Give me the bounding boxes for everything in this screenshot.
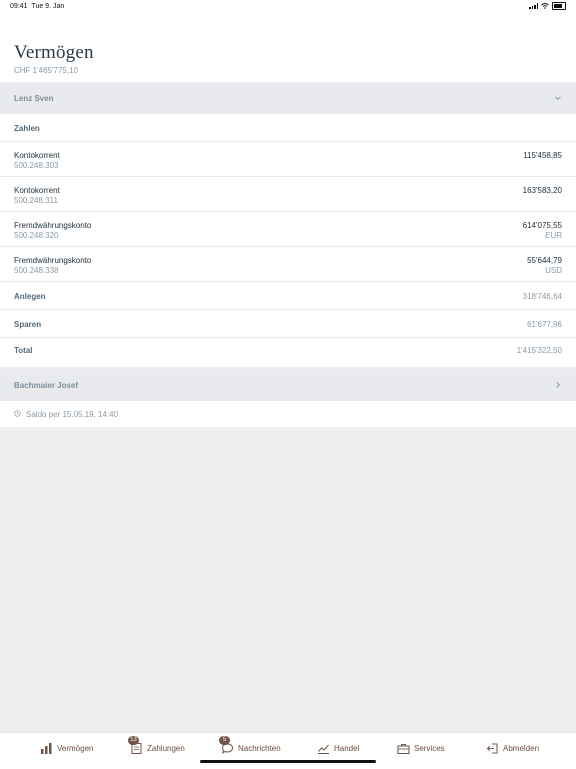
subsection-header: Zahlen [0, 114, 576, 142]
status-time: 09:41 Tue 9. Jan [10, 3, 64, 10]
person-name: Lenz Sven [14, 94, 54, 103]
group-amount: 318'746,64 [522, 292, 562, 301]
tab-label: Nachrichten [238, 743, 281, 753]
account-name: Fremdwährungskonto [14, 221, 92, 230]
wifi-icon [541, 3, 549, 9]
person-name: Bachmaier Josef [14, 381, 79, 390]
tab-zahlungen[interactable]: 13 Zahlungen [128, 735, 185, 755]
total-row: Total 1'415'322,50 [0, 338, 576, 367]
total-assets-value: CHF 1'465'775,10 [14, 66, 78, 75]
home-indicator[interactable] [200, 760, 376, 763]
group-label: Sparen [14, 320, 42, 329]
tab-label: Zahlungen [147, 743, 185, 753]
balance-timestamp-text: Saldo per 15.05.19, 14:40 [26, 410, 119, 419]
account-row[interactable]: Fremdwährungskonto 500.248.338 55'644,79… [0, 247, 576, 282]
tab-vermoegen[interactable]: Vermögen [40, 741, 93, 755]
group-row-sparen[interactable]: Sparen 61'677,96 [0, 310, 576, 338]
total-amount: 1'415'322,50 [516, 346, 562, 355]
battery-icon [552, 2, 566, 10]
account-currency: EUR [545, 231, 562, 240]
icon-wrapper: 5 [219, 735, 234, 755]
tab-nachrichten[interactable]: 5 Nachrichten [219, 735, 281, 755]
notification-badge: 5 [219, 735, 230, 745]
chevron-down-icon [555, 96, 561, 101]
line-chart-icon [318, 744, 329, 754]
account-amount: 55'644,79 [527, 256, 562, 265]
account-currency: USD [545, 266, 562, 275]
group-row-anlegen[interactable]: Anlegen 318'746,64 [0, 282, 576, 310]
logout-icon [486, 743, 498, 753]
balance-timestamp: Saldo per 15.05.19, 14:40 [0, 401, 576, 427]
account-number: 500.248.303 [14, 161, 59, 170]
notification-badge: 13 [128, 735, 139, 745]
tab-label: Handel [334, 743, 360, 753]
status-icons [529, 2, 566, 10]
account-name: Fremdwährungskonto [14, 256, 92, 265]
status-bar: 09:41 Tue 9. Jan [0, 0, 576, 14]
group-label: Anlegen [14, 292, 46, 301]
account-name: Kontokorrent [14, 186, 60, 195]
section-person-bachmaier[interactable]: Bachmaier Josef [0, 369, 576, 401]
account-amount: 614'075,55 [522, 221, 562, 230]
bar-chart-icon [41, 742, 52, 754]
account-name: Kontokorrent [14, 151, 60, 160]
tab-abmelden[interactable]: Abmelden [486, 741, 539, 755]
account-row[interactable]: Kontokorrent 500.248.303 115'458,85 [0, 142, 576, 177]
accounts-list: Zahlen Kontokorrent 500.248.303 115'458,… [0, 114, 576, 367]
tab-services[interactable]: Services [397, 741, 445, 755]
tab-label: Vermögen [57, 743, 94, 753]
tab-handel[interactable]: Handel [317, 741, 359, 755]
subsection-label: Zahlen [14, 124, 40, 133]
account-amount: 163'583,20 [522, 186, 562, 195]
tab-label: Services [414, 743, 445, 753]
section-person-lenz[interactable]: Lenz Sven [0, 82, 576, 114]
clock-icon [14, 410, 21, 417]
status-date: Tue 9. Jan [31, 3, 65, 10]
group-amount: 61'677,96 [527, 320, 562, 329]
account-number: 500.248.320 [14, 231, 59, 240]
cellular-signal-icon [529, 3, 538, 9]
page-title: Vermögen [14, 42, 94, 63]
chevron-right-icon [556, 382, 561, 388]
account-row[interactable]: Kontokorrent 500.248.311 163'583,20 [0, 177, 576, 212]
account-amount: 115'458,85 [523, 151, 562, 160]
account-row[interactable]: Fremdwährungskonto 500.248.320 614'075,5… [0, 212, 576, 247]
tab-bar: Vermögen 13 Zahlungen 5 Nachrichten Hand… [0, 732, 576, 769]
briefcase-icon [397, 743, 410, 754]
icon-wrapper: 13 [128, 735, 143, 755]
total-label: Total [14, 346, 33, 355]
page-header: Vermögen CHF 1'465'775,10 [0, 14, 576, 82]
account-number: 500.248.338 [14, 266, 59, 275]
account-number: 500.248.311 [14, 196, 58, 205]
tab-label: Abmelden [503, 743, 540, 753]
clock-time: 09:41 [10, 3, 28, 10]
